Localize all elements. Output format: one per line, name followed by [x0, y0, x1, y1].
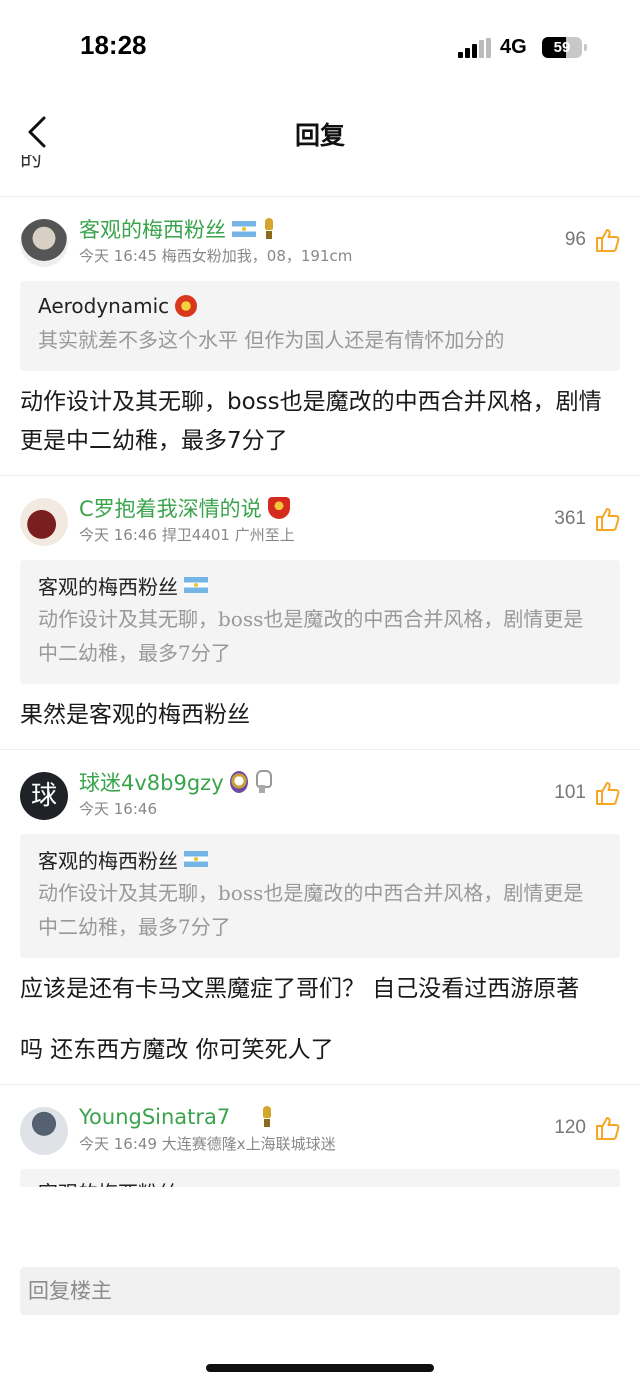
comment-header: C罗抱着我深情的说 今天 16:46 捍卫4401 广州至上 361: [0, 490, 640, 554]
quoted-comment[interactable]: 客观的梅西粉丝 动作设计及其无聊，boss也是魔改的中西合并风格，剧情更是中二幼…: [20, 834, 620, 958]
comment-text: 应该是还有卡马文黑魔症了哥们？ 自己没看过西游原著: [20, 976, 580, 1002]
page-title: 回复: [294, 121, 345, 150]
comment-body: 果然是客观的梅西粉丝: [0, 684, 640, 749]
comment-text: 动作设计及其无聊，boss也是魔改的中西合并风格，剧情更是中二幼稚，最多7分了: [20, 389, 602, 454]
network-type: 4G: [500, 36, 527, 58]
club-crest-icon: [267, 497, 290, 519]
like-count: 101: [554, 782, 586, 803]
comment-time: 今天 16:45: [79, 247, 157, 265]
battery-icon: 59: [542, 37, 582, 58]
quoted-comment[interactable]: 客观的梅西粉丝: [20, 1169, 620, 1187]
avatar[interactable]: [20, 219, 68, 267]
user-line: 客观的梅西粉丝: [79, 215, 276, 243]
cup-icon: [254, 770, 272, 794]
avatar[interactable]: 球: [20, 772, 68, 820]
battery-tip: [584, 44, 587, 51]
comment-header: YoungSinatra7 今天 16:49 大连赛德隆x上海联城球迷 120: [0, 1099, 640, 1163]
like-count: 361: [554, 508, 586, 529]
comment-header: 球 球迷4v8b9gzy 今天 16:46 101: [0, 764, 640, 828]
argentina-flag-icon: [184, 851, 208, 867]
quoted-text: 动作设计及其无聊，boss也是魔改的中西合并风格，剧情更是中二幼稚，最多7分了: [38, 881, 584, 939]
avatar[interactable]: [20, 498, 68, 546]
trophy-icon: [262, 218, 276, 240]
comment-meta: 今天 16:46: [79, 798, 157, 819]
comment-header: 客观的梅西粉丝 今天 16:45 梅西女粉加我，08，191cm 96: [0, 211, 640, 275]
signal-icon: [458, 38, 492, 58]
comment-item[interactable]: YoungSinatra7 今天 16:49 大连赛德隆x上海联城球迷 120 …: [0, 1099, 640, 1187]
argentina-flag-icon: [184, 577, 208, 593]
quoted-user-line: 客观的梅西粉丝: [38, 570, 602, 600]
comment-item[interactable]: C罗抱着我深情的说 今天 16:46 捍卫4401 广州至上 361 客观的梅西…: [0, 490, 640, 750]
user-bio: 梅西女粉加我，08，191cm: [161, 247, 353, 265]
username[interactable]: C罗抱着我深情的说: [79, 493, 262, 523]
quoted-comment[interactable]: 客观的梅西粉丝 动作设计及其无聊，boss也是魔改的中西合并风格，剧情更是中二幼…: [20, 560, 620, 684]
like-count: 96: [564, 229, 586, 250]
comment-item[interactable]: 客观的梅西粉丝 今天 16:45 梅西女粉加我，08，191cm 96 Aero…: [0, 211, 640, 476]
thumbs-up-icon: [596, 229, 620, 252]
comment-meta: 今天 16:45 梅西女粉加我，08，191cm: [79, 245, 352, 266]
status-bar: 18:28 4G 59: [0, 0, 640, 96]
argentina-flag-icon: [232, 221, 256, 237]
comment-body: 应该是还有卡马文黑魔症了哥们？ 自己没看过西游原著 吗 还东西方魔改 你可笑死人…: [0, 958, 640, 1084]
like-button[interactable]: 120: [554, 1115, 620, 1141]
partial-comment: 的: [0, 155, 640, 197]
club-crest-icon: [229, 771, 248, 793]
username[interactable]: YoungSinatra7: [79, 1105, 230, 1129]
comment-body: 动作设计及其无聊，boss也是魔改的中西合并风格，剧情更是中二幼稚，最多7分了: [0, 371, 640, 475]
user-line: YoungSinatra7: [79, 1103, 274, 1131]
quoted-user-line: Aerodynamic: [38, 291, 602, 321]
user-line: 球迷4v8b9gzy: [79, 767, 272, 797]
quoted-username: 客观的梅西粉丝: [38, 1177, 178, 1187]
quoted-comment[interactable]: Aerodynamic 其实就差不多这个水平 但作为国人还是有情怀加分的: [20, 281, 620, 371]
thumbs-up-icon: [596, 508, 620, 531]
comment-meta: 今天 16:46 捍卫4401 广州至上: [79, 524, 295, 545]
home-indicator[interactable]: [206, 1364, 434, 1372]
reply-input[interactable]: [20, 1267, 620, 1315]
user-line: C罗抱着我深情的说: [79, 494, 290, 522]
user-bio: 捍卫4401 广州至上: [161, 526, 295, 544]
comment-time: 今天 16:46: [79, 526, 157, 544]
quoted-text: 其实就差不多这个水平 但作为国人还是有情怀加分的: [38, 328, 505, 352]
status-time: 18:28: [80, 30, 147, 60]
thumbs-up-icon: [596, 782, 620, 805]
like-button[interactable]: 361: [554, 506, 620, 532]
reply-box[interactable]: [20, 1267, 620, 1315]
quoted-username: 客观的梅西粉丝: [38, 848, 178, 873]
like-count: 120: [554, 1117, 586, 1138]
quoted-username: Aerodynamic: [38, 294, 170, 318]
quoted-username: 客观的梅西粉丝: [38, 574, 178, 599]
comment-item[interactable]: 球 球迷4v8b9gzy 今天 16:46 101 客观的梅西粉丝 动作设计及其: [0, 764, 640, 1085]
thumbs-up-icon: [596, 1117, 620, 1140]
username[interactable]: 球迷4v8b9gzy: [79, 767, 224, 797]
avatar[interactable]: [20, 1107, 68, 1155]
quoted-text: 动作设计及其无聊，boss也是魔改的中西合并风格，剧情更是中二幼稚，最多7分了: [38, 607, 584, 665]
battery-level: 59: [553, 39, 571, 56]
comment-list[interactable]: 的 客观的梅西粉丝 今天 16:45 梅西女粉加我，08，191cm 96 Ae…: [0, 155, 640, 1250]
comment-text: 果然是客观的梅西粉丝: [20, 702, 250, 728]
club-crest-icon: [175, 295, 198, 317]
quoted-user-line: 客观的梅西粉丝: [38, 844, 602, 874]
comment-time: 今天 16:49: [79, 1135, 157, 1153]
partial-comment-text: 的: [20, 155, 43, 172]
trophy-icon: [260, 1106, 274, 1128]
username[interactable]: 客观的梅西粉丝: [79, 214, 226, 244]
comment-meta: 今天 16:49 大连赛德隆x上海联城球迷: [79, 1133, 336, 1154]
like-button[interactable]: 101: [554, 780, 620, 806]
user-bio: 大连赛德隆x上海联城球迷: [161, 1135, 336, 1153]
comment-time: 今天 16:46: [79, 800, 157, 818]
like-button[interactable]: 96: [565, 227, 620, 253]
comment-text: 吗 还东西方魔改 你可笑死人了: [20, 1037, 334, 1063]
